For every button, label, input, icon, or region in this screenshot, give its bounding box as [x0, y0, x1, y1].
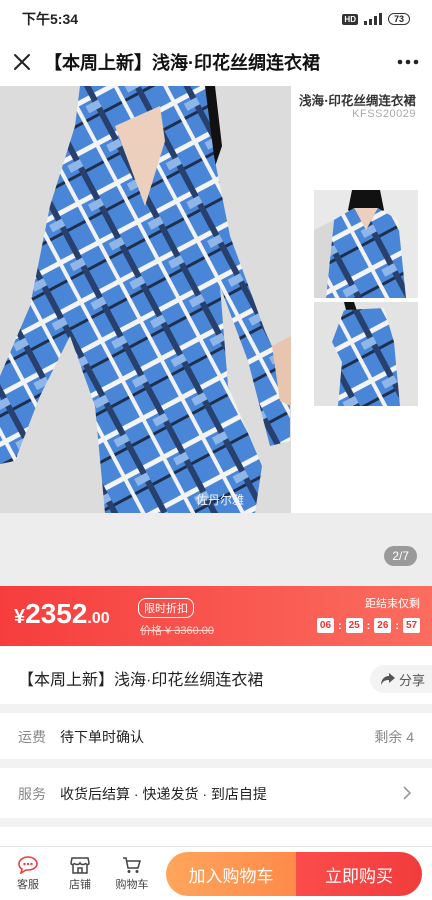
nav-label: 购物车: [115, 879, 149, 891]
add-to-cart-button[interactable]: 加入购物车: [166, 852, 296, 896]
product-name-section: 【本周上新】浅海·印花丝绸连衣裙 分享: [0, 646, 432, 704]
share-icon: [381, 673, 395, 685]
buy-now-button[interactable]: 立即购买: [296, 852, 422, 896]
chat-icon: [18, 856, 38, 874]
countdown-separator: :: [337, 619, 342, 632]
product-main-image: 佐丹尔雅: [0, 86, 291, 513]
countdown-separator: :: [366, 619, 371, 632]
nav-customer-service[interactable]: 客服: [2, 847, 54, 900]
page-indicator: 2/7: [384, 546, 417, 566]
battery-icon: 73: [387, 13, 410, 25]
side-code: KFSS20029: [352, 108, 416, 120]
watermark: 佐丹尔雅: [196, 492, 244, 507]
page-title: 【本周上新】浅海·印花丝绸连衣裙: [44, 53, 320, 73]
store-icon: [70, 857, 90, 874]
title-bar: 【本周上新】浅海·印花丝绸连衣裙: [0, 38, 432, 86]
cart-icon: [123, 857, 141, 873]
service-value: 收货后结算 · 快递发货 · 到店自提: [60, 786, 267, 802]
close-icon: [14, 54, 30, 70]
signal-icon: [363, 13, 382, 25]
service-label: 服务: [18, 786, 46, 802]
original-price: 价格 ¥ 3360.00: [140, 625, 214, 637]
hd-icon: HD: [342, 13, 358, 25]
side-panel: 浅海·印花丝绸连衣裙 KFSS20029: [291, 86, 432, 513]
service-row[interactable]: 服务 收货后结算 · 快递发货 · 到店自提: [0, 768, 432, 818]
price-integer: 2352: [25, 598, 88, 629]
close-button[interactable]: [0, 38, 44, 86]
thumbnail-side[interactable]: [314, 302, 418, 406]
bottom-action-bar: 客服 店铺 购物车 加入购物车 立即购买: [0, 846, 432, 900]
price-banner: ¥2352.00 限时折扣 价格 ¥ 3360.00 距结束仅剩 06 : 25…: [0, 586, 432, 646]
shipping-value: 待下单时确认: [60, 729, 144, 745]
status-icons: HD 73: [342, 13, 410, 25]
countdown-label: 距结束仅剩: [365, 598, 420, 610]
countdown-hours: 25: [345, 618, 363, 633]
countdown-days: 06: [316, 618, 334, 633]
shipping-label: 运费: [18, 729, 46, 745]
product-detail-page: 下午5:34 HD 73 【本周上新】浅海·印花丝绸连衣裙 佐丹尔雅 浅海·印花…: [0, 0, 432, 900]
next-section-peek: [0, 827, 432, 847]
countdown-separator: :: [395, 619, 399, 632]
price-currency: ¥: [14, 606, 26, 628]
promo-tag: 限时折扣: [138, 598, 194, 618]
countdown-timer: 06 : 25 : 26 : 57: [316, 618, 420, 633]
nav-cart[interactable]: 购物车: [106, 847, 158, 900]
thumbnail-front[interactable]: [314, 190, 418, 298]
status-bar: 下午5:34 HD 73: [0, 0, 432, 38]
more-button[interactable]: [384, 38, 432, 86]
product-name: 【本周上新】浅海·印花丝绸连衣裙: [18, 672, 264, 689]
side-title: 浅海·印花丝绸连衣裙: [299, 93, 416, 108]
image-gallery[interactable]: 佐丹尔雅 浅海·印花丝绸连衣裙 KFSS20029 2/7: [0, 86, 432, 586]
chevron-right-icon: [403, 786, 412, 800]
share-label: 分享: [399, 672, 426, 688]
price-decimal: .00: [87, 610, 110, 627]
nav-label: 客服: [17, 879, 39, 891]
status-time: 下午5:34: [22, 11, 79, 27]
share-button[interactable]: 分享: [370, 665, 432, 693]
stock-remaining: 剩余 4: [374, 729, 414, 745]
more-icon: [397, 59, 419, 65]
shipping-row: 运费 待下单时确认 剩余 4: [0, 713, 432, 759]
nav-label: 店铺: [69, 879, 91, 891]
nav-store[interactable]: 店铺: [54, 847, 106, 900]
countdown-minutes: 26: [374, 618, 392, 633]
price: ¥2352.00: [14, 598, 110, 630]
countdown-seconds: 57: [403, 618, 420, 633]
